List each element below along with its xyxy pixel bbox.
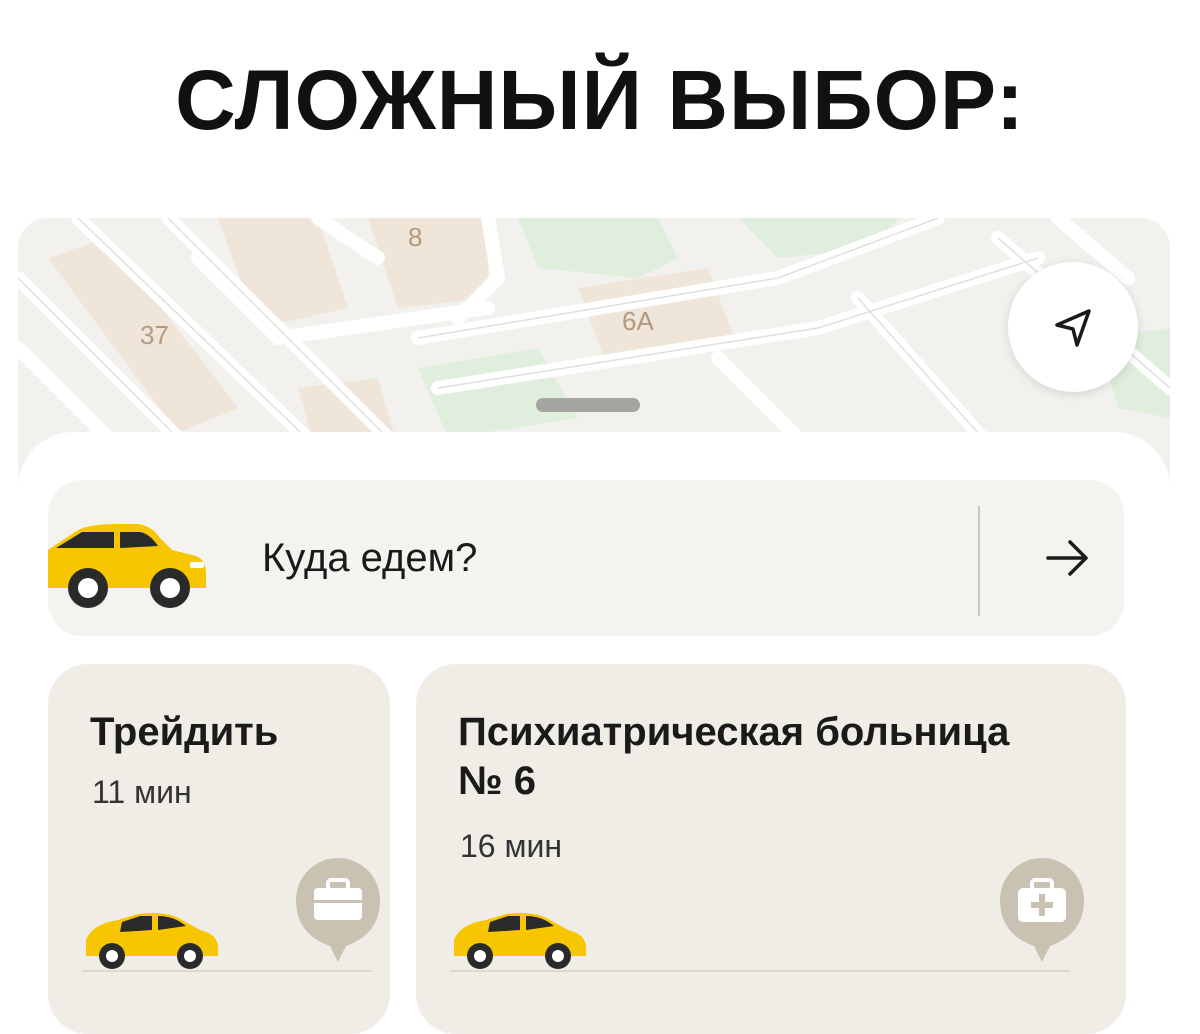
taxi-car-icon (86, 912, 218, 969)
taxi-car-icon (454, 912, 586, 969)
destination-card-hospital[interactable]: Психиатрическая больница № 6 16 мин (416, 664, 1126, 1034)
building-label-6a: 6А (622, 306, 654, 336)
destination-card-trading[interactable]: Трейдить 11 мин (48, 664, 390, 1034)
arrow-right-icon (1046, 540, 1088, 576)
sheet-grabber[interactable] (536, 398, 640, 412)
go-button[interactable] (1038, 528, 1098, 588)
locate-me-button[interactable] (1008, 262, 1138, 392)
destination-title: Трейдить (90, 710, 279, 754)
building-label-8: 8 (408, 222, 422, 252)
medkit-icon (1000, 858, 1084, 962)
ground-line (450, 970, 1070, 972)
divider (978, 506, 980, 616)
briefcase-icon (296, 858, 380, 962)
navigation-arrow-icon (1055, 309, 1091, 347)
destination-title: Психиатрическая больница № 6 (458, 708, 1098, 806)
destination-title-line1: Психиатрическая больница (458, 710, 1010, 754)
search-placeholder: Куда едем? (262, 536, 478, 580)
taxi-car-icon (48, 524, 206, 608)
destination-search[interactable]: Куда едем? (48, 480, 1124, 636)
destination-eta: 11 мин (92, 774, 192, 810)
destination-title-line2: № 6 (458, 758, 536, 803)
destination-eta: 16 мин (460, 828, 563, 864)
taxi-app-screen: 8 37 6А Куда едем? Трейдить 11 мин Психи… (18, 218, 1170, 1034)
building-label-37: 37 (140, 320, 169, 350)
meme-headline: СЛОЖНЫЙ ВЫБОР: (175, 53, 1025, 147)
